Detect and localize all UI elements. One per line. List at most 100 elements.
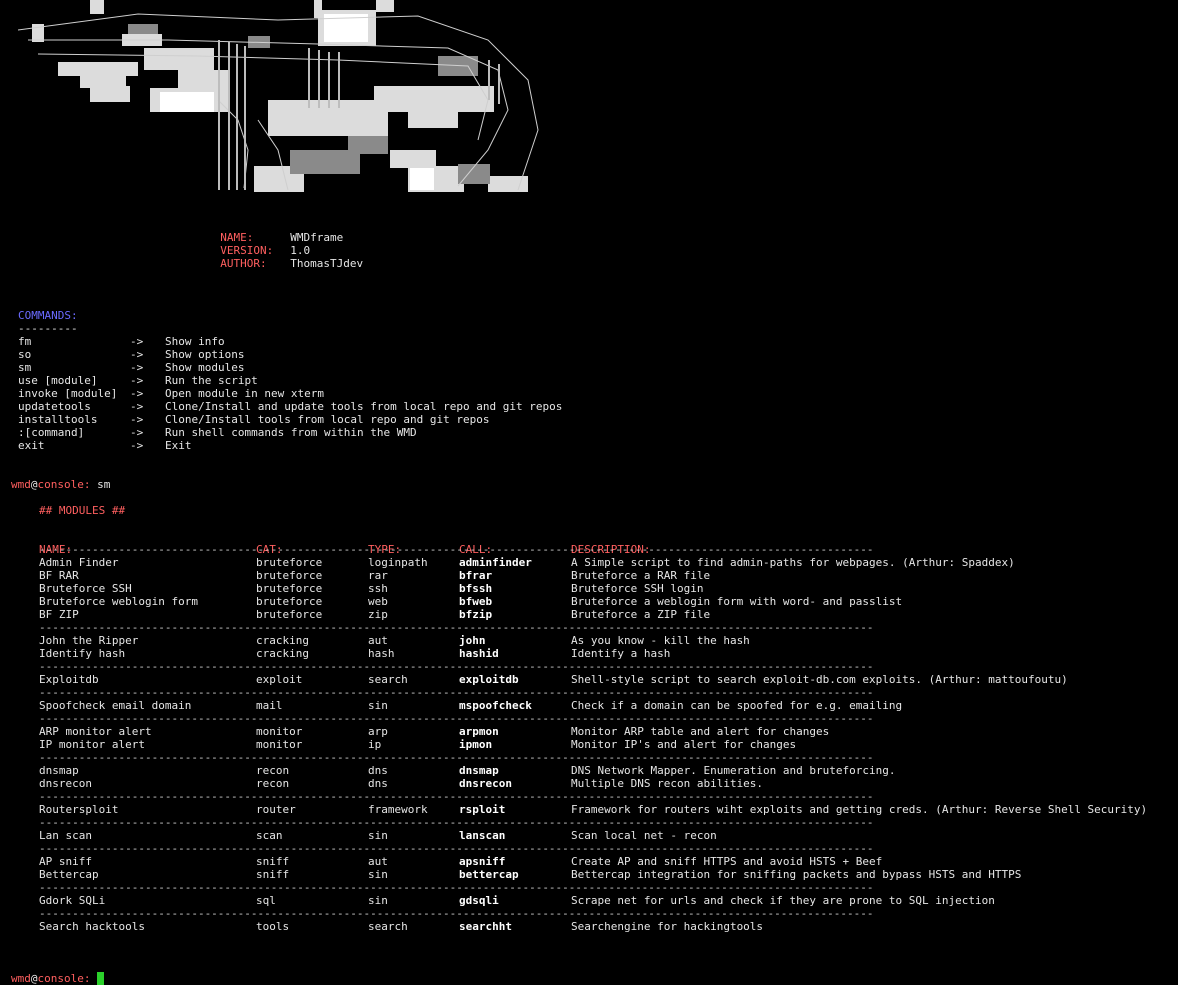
prompt-user: wmd: [11, 478, 31, 491]
module-row: ARP monitor alert monitor arp arpmon Monitor…: [39, 725, 1147, 738]
module-name: Bettercap: [39, 868, 99, 881]
module-category: router: [256, 803, 296, 816]
prompt-line-current[interactable]: wmd@console:: [11, 959, 105, 985]
command-description: Clone/Install and update tools from loca…: [165, 400, 563, 413]
module-description: Multiple DNS recon abilities.: [571, 777, 764, 790]
command-row: exit -> Exit: [18, 439, 562, 452]
module-row: John the Ripper cracking aut john As you kno…: [39, 634, 1147, 647]
module-call: rsploit: [459, 803, 506, 816]
command-name: exit: [18, 439, 45, 452]
table-separator: ----------------------------------------…: [39, 543, 874, 556]
module-type: sin: [368, 699, 388, 712]
module-name: Lan scan: [39, 829, 92, 842]
command-arrow: ->: [130, 413, 144, 426]
prompt-at: @: [30, 972, 38, 985]
table-separator: ----------------------------------------…: [39, 660, 874, 673]
module-call: lanscan: [459, 829, 506, 842]
module-call: bfrar: [459, 569, 493, 582]
prompt-line-sm: wmd@console: sm: [11, 465, 110, 491]
module-category: tools: [256, 920, 290, 933]
command-row: :[command] -> Run shell commands from with…: [18, 426, 562, 439]
command-name: fm: [18, 335, 32, 348]
module-name: Spoofcheck email domain: [39, 699, 192, 712]
command-description: Exit: [165, 439, 192, 452]
module-category: monitor: [256, 738, 303, 751]
table-separator: ----------------------------------------…: [39, 842, 874, 855]
module-call: arpmon: [459, 725, 499, 738]
module-description: A Simple script to find admin-paths for …: [571, 556, 1015, 569]
module-name: AP sniff: [39, 855, 92, 868]
module-call: adminfinder: [459, 556, 532, 569]
module-category: mail: [256, 699, 283, 712]
command-description: Clone/Install tools from local repo and …: [165, 413, 490, 426]
command-arrow: ->: [130, 348, 144, 361]
module-row: Lan scan scan sin lanscan Scan local net - r…: [39, 829, 1147, 842]
module-category: sniff: [256, 855, 290, 868]
module-row: Gdork SQLi sql sin gdsqli Scrape net for url…: [39, 894, 1147, 907]
command-name: sm: [18, 361, 32, 374]
prompt-host: console:: [37, 478, 91, 491]
module-description: As you know - kill the hash: [571, 634, 750, 647]
module-type: sin: [368, 868, 388, 881]
module-call: mspoofcheck: [459, 699, 532, 712]
command-row: installtools -> Clone/Install tools from l…: [18, 413, 562, 426]
module-type: ip: [368, 738, 382, 751]
module-call: gdsqli: [459, 894, 499, 907]
module-type: aut: [368, 634, 388, 647]
info-author-label: AUTHOR:: [220, 257, 267, 270]
module-row: Identify hash cracking hash hashid Identify …: [39, 647, 1147, 660]
module-category: cracking: [256, 647, 309, 660]
terminal-cursor: [97, 972, 105, 985]
command-row: fm -> Show info: [18, 335, 562, 348]
table-separator: ----------------------------------------…: [39, 712, 874, 725]
module-category: sql: [256, 894, 276, 907]
command-description: Run shell commands from within the WMD: [165, 426, 417, 439]
module-type: dns: [368, 764, 388, 777]
module-call: dnsmap: [459, 764, 499, 777]
module-name: IP monitor alert: [39, 738, 145, 751]
command-row: use [module] -> Run the script: [18, 374, 562, 387]
module-name: dnsrecon: [39, 777, 92, 790]
module-type: zip: [368, 608, 388, 621]
module-name: Routersploit: [39, 803, 119, 816]
command-name: so: [18, 348, 32, 361]
module-description: Shell-style script to search exploit-db.…: [571, 673, 1068, 686]
command-description: Show info: [165, 335, 225, 348]
module-category: exploit: [256, 673, 303, 686]
module-type: search: [368, 920, 408, 933]
table-separator: ----------------------------------------…: [39, 790, 874, 803]
command-arrow: ->: [130, 335, 144, 348]
info-author-row: AUTHOR: ThomasTJdev: [207, 244, 363, 270]
module-category: recon: [256, 777, 290, 790]
table-separator: ----------------------------------------…: [39, 816, 874, 829]
module-call: searchht: [459, 920, 512, 933]
commands-title: COMMANDS:: [18, 309, 78, 322]
ascii-art-logo: [18, 0, 548, 196]
module-type: framework: [368, 803, 428, 816]
command-description: Show options: [165, 348, 245, 361]
module-call: bfzip: [459, 608, 493, 621]
module-description: Scan local net - recon: [571, 829, 717, 842]
module-category: recon: [256, 764, 290, 777]
module-call: bfssh: [459, 582, 493, 595]
module-row: BF ZIP bruteforce zip bfzip Bruteforce a ZIP…: [39, 608, 1147, 621]
module-type: dns: [368, 777, 388, 790]
module-name: BF ZIP: [39, 608, 79, 621]
module-category: bruteforce: [256, 569, 323, 582]
module-description: Monitor ARP table and alert for changes: [571, 725, 830, 738]
command-description: Open module in new xterm: [165, 387, 324, 400]
table-separator: ----------------------------------------…: [39, 881, 874, 894]
module-call: exploitdb: [459, 673, 519, 686]
command-row: updatetools -> Clone/Install and update to…: [18, 400, 562, 413]
module-call: john: [459, 634, 486, 647]
module-name: Bruteforce weblogin form: [39, 595, 198, 608]
module-name: Exploitdb: [39, 673, 99, 686]
command-row: so -> Show options: [18, 348, 562, 361]
module-row: BF RAR bruteforce rar bfrar Bruteforce a RAR…: [39, 569, 1147, 582]
module-category: scan: [256, 829, 283, 842]
module-row: dnsrecon recon dns dnsrecon Multiple DNS rec…: [39, 777, 1147, 790]
module-type: rar: [368, 569, 388, 582]
modules-title: ## MODULES ##: [39, 504, 126, 517]
table-separator: ----------------------------------------…: [39, 621, 874, 634]
modules-table: ----------------------------------------…: [39, 543, 1147, 933]
